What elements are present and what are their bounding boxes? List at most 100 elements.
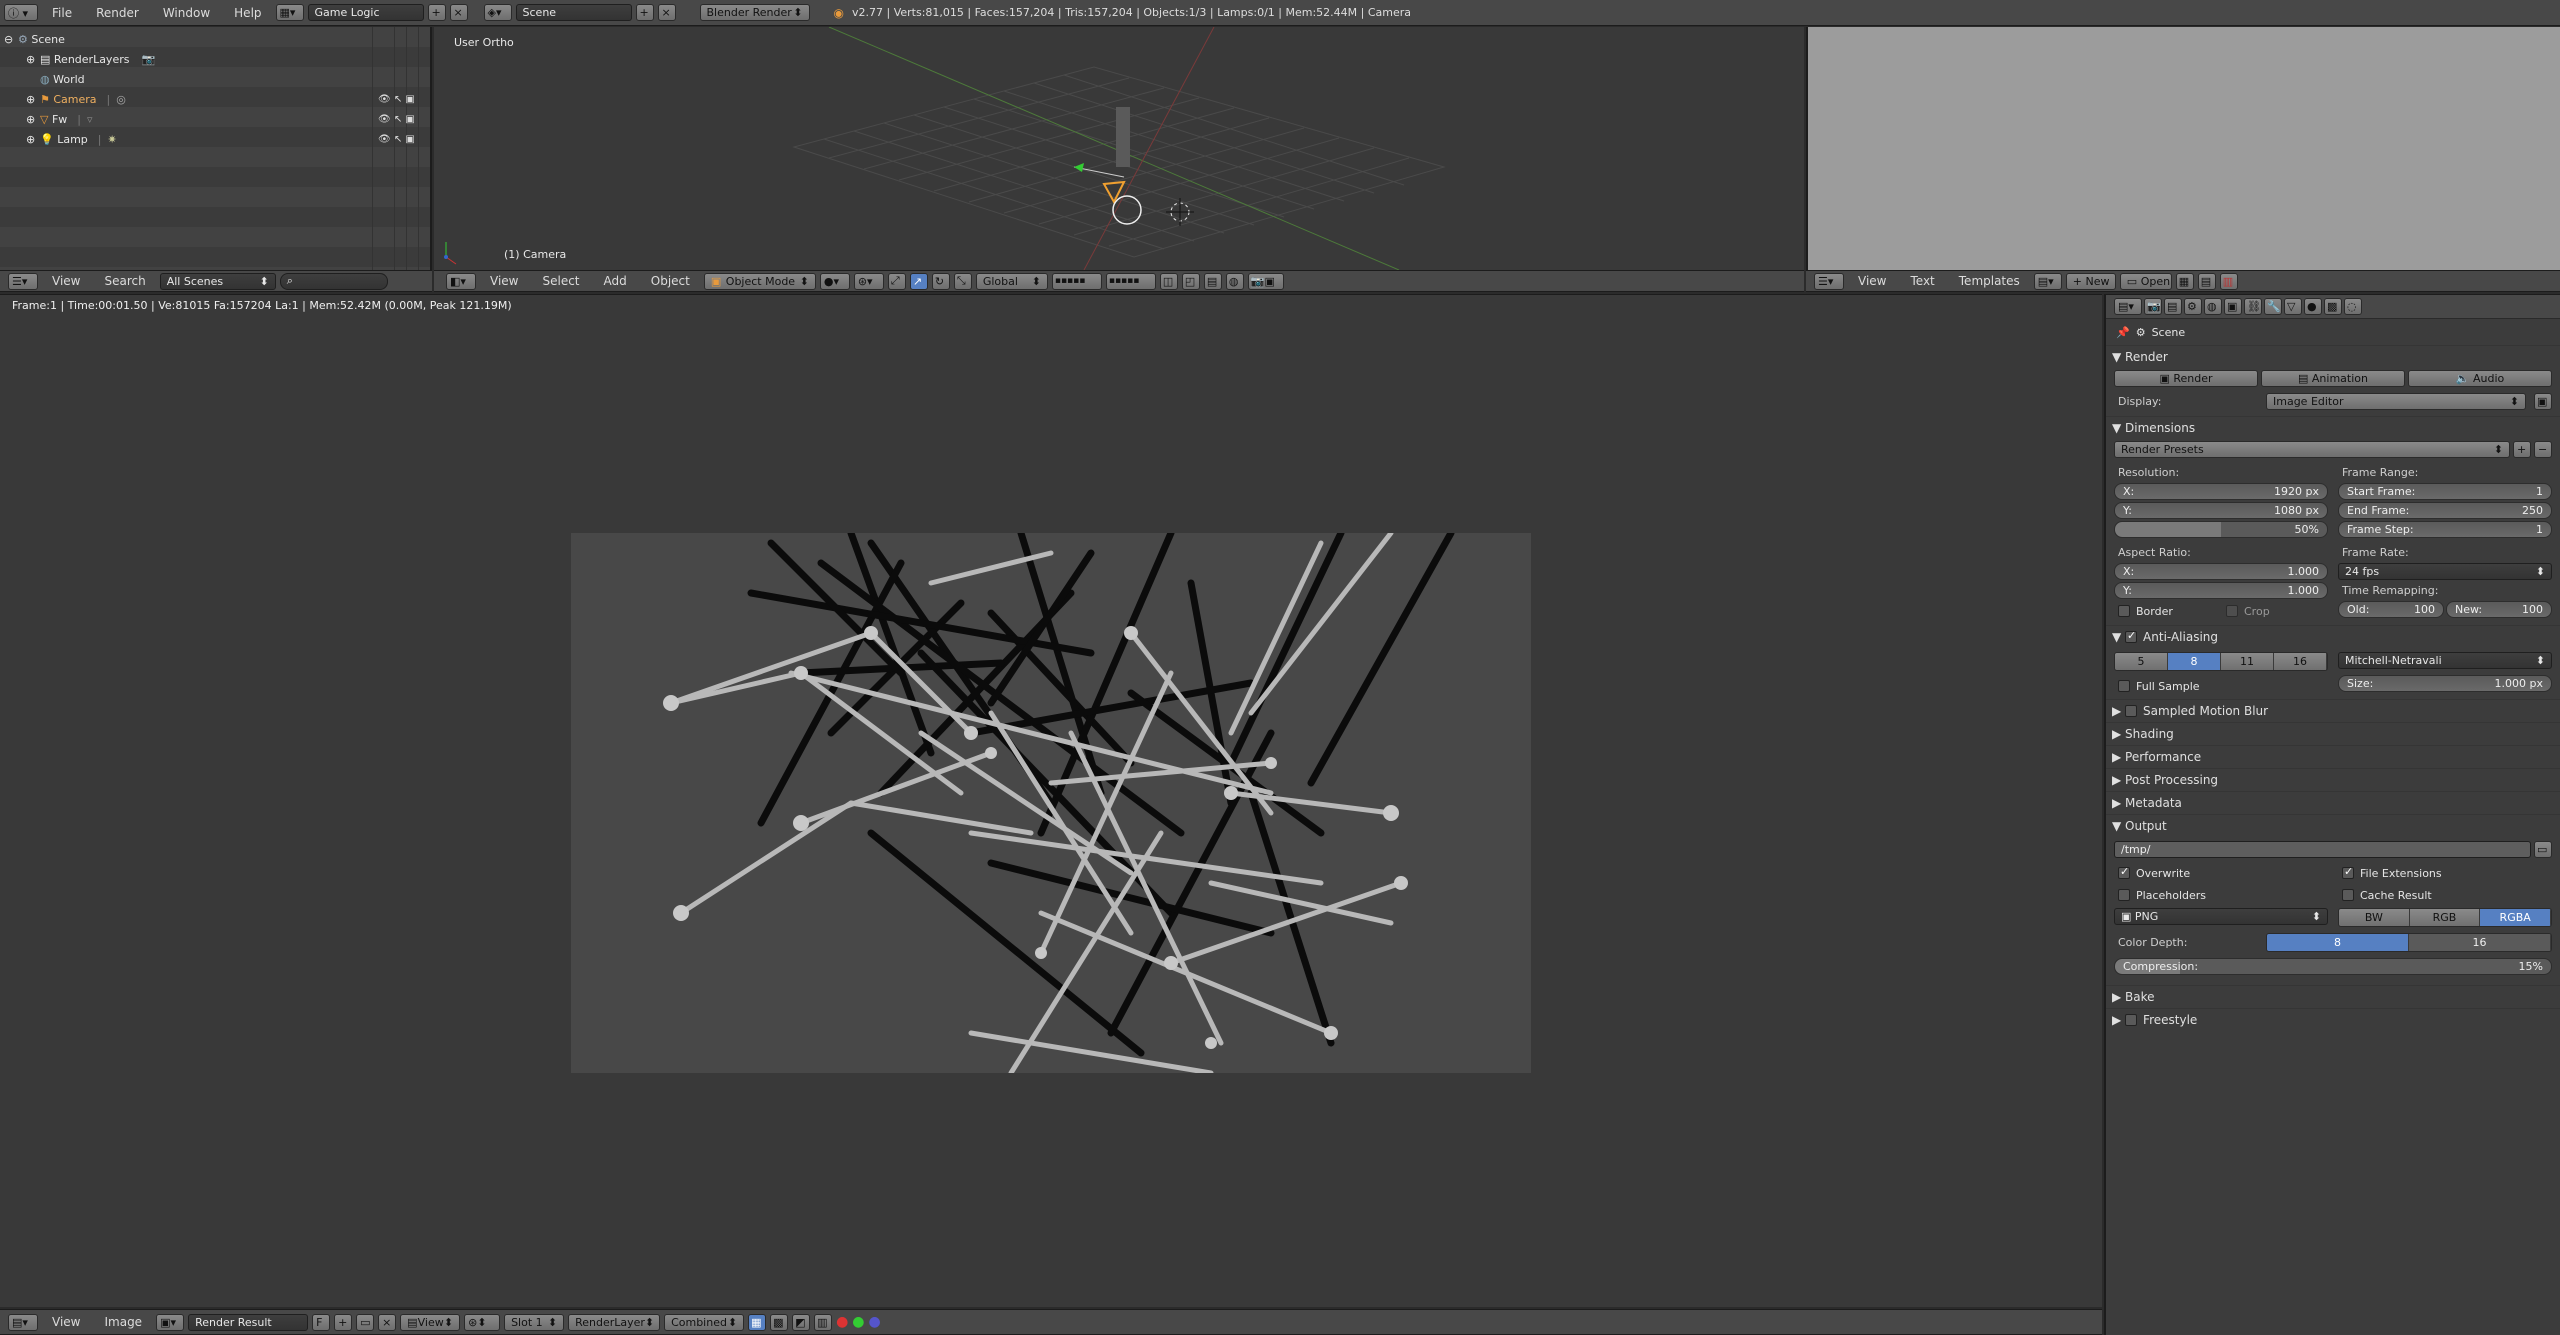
image-browse-button[interactable]: ▣▾ (156, 1313, 185, 1331)
layers-grid-2[interactable]: ▪▪▪▪▪ (1105, 272, 1156, 290)
layers-grid-1[interactable]: ▪▪▪▪▪ (1051, 272, 1102, 290)
color-mode-selector[interactable]: BW RGB RGBA (2338, 908, 2552, 927)
antialiasing-checkbox[interactable] (2125, 629, 2138, 643)
menu-render[interactable]: Render (86, 6, 149, 20)
resolution-x-field[interactable]: X: 1920 px (2114, 483, 2328, 500)
menu-file[interactable]: File (42, 6, 82, 20)
metadata-panel-header[interactable]: ▶ Metadata (2106, 791, 2560, 814)
editor-type-button[interactable]: ◧▾ (446, 272, 476, 290)
image-editor-area[interactable]: Frame:1 | Time:00:01.50 | Ve:81015 Fa:15… (0, 294, 2102, 1307)
texteditor-templates-menu[interactable]: Templates (1949, 274, 2030, 288)
screen-layout-icon[interactable]: ▦▾ (275, 4, 304, 21)
object-tab-icon[interactable]: ▣ (2224, 298, 2242, 315)
color-depth-16[interactable]: 16 (2409, 934, 2551, 951)
aspect-y-field[interactable]: Y: 1.000 (2114, 582, 2328, 599)
physics-tab-icon[interactable]: ◌ (2344, 298, 2362, 315)
cache-result-checkbox[interactable] (2342, 889, 2354, 901)
menu-help[interactable]: Help (224, 6, 271, 20)
screen-layout-field[interactable]: Game Logic (307, 4, 424, 21)
scene-field[interactable]: Scene (515, 4, 632, 21)
viewport-add-menu[interactable]: Add (594, 274, 637, 288)
render-button[interactable]: ▣ Render (2114, 370, 2258, 387)
draw-channels-z-icon[interactable]: ◩ (792, 1313, 811, 1331)
overwrite-checkbox[interactable] (2118, 865, 2130, 879)
output-path-input[interactable]: /tmp/ (2114, 841, 2531, 858)
folder-browse-icon[interactable]: ▭ (2534, 841, 2552, 858)
performance-panel-header[interactable]: ▶ Performance (2106, 745, 2560, 768)
color-mode-bw[interactable]: BW (2339, 909, 2410, 926)
scale-toggle[interactable]: ⤡ (953, 272, 972, 290)
translate-toggle[interactable]: ↗ (909, 272, 928, 290)
image-image-menu[interactable]: Image (94, 1315, 152, 1329)
aa-sample-16[interactable]: 16 (2274, 653, 2327, 670)
red-channel-icon[interactable]: ● (836, 1314, 848, 1330)
outliner-search-input[interactable]: ⌕ (279, 272, 388, 290)
resolution-y-field[interactable]: Y: 1080 px (2114, 502, 2328, 519)
pivot-select[interactable]: ⊛▾ (853, 272, 884, 290)
constraints-tab-icon[interactable]: ⛓ (2244, 298, 2262, 315)
new-image-button[interactable]: + (334, 1313, 353, 1331)
outliner-filter-select[interactable]: All Scenes ⬍ (159, 272, 276, 290)
aa-sample-11[interactable]: 11 (2221, 653, 2274, 670)
remove-scene-button[interactable]: × (657, 4, 676, 21)
outliner-view-menu[interactable]: View (42, 274, 90, 288)
viewport-view-menu[interactable]: View (480, 274, 528, 288)
view-select[interactable]: ▤ View ⬍ (400, 1313, 461, 1331)
editor-type-button[interactable]: ▤▾ (2114, 298, 2142, 315)
aa-filter-select[interactable]: Mitchell-Netravali ⬍ (2338, 652, 2552, 669)
word-wrap-toggle[interactable]: ▤ (2197, 272, 2216, 290)
bake-panel-header[interactable]: ▶ Bake (2106, 985, 2560, 1008)
file-extensions-checkbox[interactable] (2342, 865, 2354, 879)
data-tab-icon[interactable]: ▽ (2284, 298, 2302, 315)
render-layers-tab-icon[interactable]: ▤ (2164, 298, 2182, 315)
pass-select[interactable]: Combined ⬍ (664, 1313, 745, 1331)
sample-select[interactable]: ⊛⬍ (464, 1313, 501, 1331)
fake-user-button[interactable]: F (312, 1313, 331, 1331)
outliner-search-menu[interactable]: Search (94, 274, 155, 288)
draw-channels-color-icon[interactable]: ▦ (748, 1313, 767, 1331)
frame-rate-select[interactable]: 24 fps ⬍ (2338, 563, 2552, 580)
visibility-eye-icon[interactable]: 👁 ↖ ▣ (378, 90, 415, 110)
aa-samples-selector[interactable]: 5 8 11 16 (2114, 652, 2328, 671)
syntax-toggle[interactable]: ▥ (2219, 272, 2238, 290)
aspect-x-field[interactable]: X: 1.000 (2114, 563, 2328, 580)
resolution-percentage-slider[interactable]: 50% (2114, 521, 2328, 538)
draw-channels-alpha-icon[interactable]: ▩ (770, 1313, 789, 1331)
antialiasing-panel-header[interactable]: ▼ Anti-Aliasing (2106, 625, 2560, 648)
viewport-object-menu[interactable]: Object (641, 274, 700, 288)
color-mode-rgb[interactable]: RGB (2409, 909, 2481, 926)
layer-select[interactable]: RenderLayer ⬍ (568, 1313, 661, 1331)
modifiers-tab-icon[interactable]: 🔧 (2264, 298, 2282, 315)
menu-window[interactable]: Window (153, 6, 220, 20)
add-screen-button[interactable]: + (427, 4, 446, 21)
line-numbers-toggle[interactable]: ▦ (2175, 272, 2194, 290)
editor-type-button[interactable]: ▤▾ (8, 1313, 38, 1331)
rotate-toggle[interactable]: ↻ (931, 272, 950, 290)
editor-type-button[interactable]: ☰▾ (1814, 272, 1844, 290)
post-processing-panel-header[interactable]: ▶ Post Processing (2106, 768, 2560, 791)
visibility-eye-icon[interactable]: 👁 ↖ ▣ (378, 130, 415, 150)
compression-slider[interactable]: Compression: 15% (2114, 958, 2552, 975)
render-tab-icon[interactable]: 📷 (2144, 298, 2162, 315)
motion-blur-checkbox[interactable] (2125, 705, 2138, 717)
shading-panel-header[interactable]: ▶ Shading (2106, 722, 2560, 745)
blue-channel-icon[interactable]: ● (869, 1314, 881, 1330)
scene-tab-icon[interactable]: ⚙ (2184, 298, 2202, 315)
lock-layers-icon[interactable]: ◫ (1159, 272, 1178, 290)
text-browse-button[interactable]: ▤▾ (2033, 272, 2062, 290)
editor-type-button[interactable]: ☰▾ (8, 272, 38, 290)
outliner-item-world[interactable]: ◍ World (40, 70, 85, 88)
freestyle-checkbox[interactable] (2125, 1014, 2138, 1026)
outliner-item-scene[interactable]: ⊖ ⚙ Scene (4, 30, 65, 48)
end-frame-field[interactable]: End Frame: 250 (2338, 502, 2552, 519)
shading-select[interactable]: ●▾ (819, 272, 850, 290)
green-channel-icon[interactable]: ● (852, 1314, 864, 1330)
viewport-select-menu[interactable]: Select (532, 274, 589, 288)
remap-old-field[interactable]: Old: 100 (2338, 601, 2444, 618)
aa-sample-8[interactable]: 8 (2168, 653, 2221, 670)
mode-select[interactable]: ▣ Object Mode ⬍ (703, 272, 816, 290)
open-image-button[interactable]: ▭ (356, 1313, 375, 1331)
add-preset-button[interactable]: + (2513, 441, 2531, 458)
placeholders-checkbox[interactable] (2118, 889, 2130, 901)
manipulator-toggle[interactable]: ⤢ (887, 272, 906, 290)
